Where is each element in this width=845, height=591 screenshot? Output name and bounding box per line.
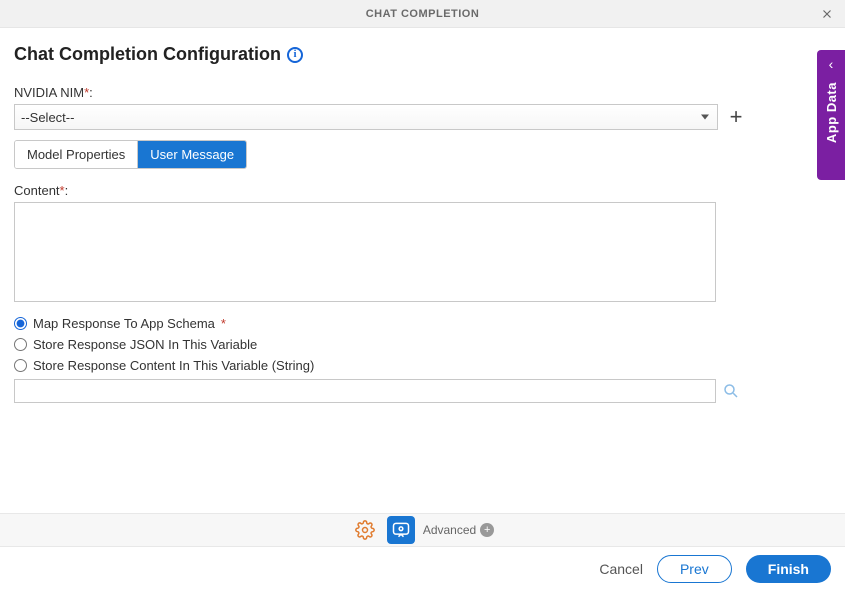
prev-button[interactable]: Prev [657, 555, 732, 583]
schema-lookup-icon[interactable] [722, 382, 740, 400]
content-textarea[interactable] [14, 202, 716, 302]
radio-store-string[interactable]: Store Response Content In This Variable … [14, 358, 831, 373]
app-data-panel-toggle[interactable]: ‹ App Data [817, 50, 845, 180]
tab-user-message[interactable]: User Message [137, 141, 246, 168]
footer-toolbar: Advanced + [0, 513, 845, 547]
gear-icon[interactable] [351, 516, 379, 544]
add-nim-icon[interactable]: + [726, 107, 746, 127]
close-icon[interactable] [817, 4, 837, 24]
title-bar: CHAT COMPLETION [0, 0, 845, 28]
wizard-buttons: Cancel Prev Finish [599, 555, 831, 583]
radio-map-schema[interactable]: Map Response To App Schema* [14, 316, 831, 331]
dialog-title: CHAT COMPLETION [366, 8, 480, 20]
radio-store-string-input[interactable] [14, 359, 27, 372]
plus-circle-icon: + [480, 523, 494, 537]
nim-label: NVIDIA NIM*: [14, 85, 831, 100]
radio-map-schema-input[interactable] [14, 317, 27, 330]
chevron-left-icon: ‹ [829, 56, 834, 72]
radio-store-json-input[interactable] [14, 338, 27, 351]
cancel-button[interactable]: Cancel [599, 561, 643, 577]
chat-icon[interactable] [387, 516, 415, 544]
page-title-text: Chat Completion Configuration [14, 44, 281, 65]
content-label: Content*: [14, 183, 831, 198]
nim-select-value: --Select-- [21, 110, 74, 125]
message-tabs: Model Properties User Message [14, 140, 247, 169]
tab-model-properties[interactable]: Model Properties [15, 141, 137, 168]
radio-store-json[interactable]: Store Response JSON In This Variable [14, 337, 831, 352]
app-data-label: App Data [824, 82, 839, 143]
finish-button[interactable]: Finish [746, 555, 831, 583]
advanced-toggle[interactable]: Advanced + [423, 523, 494, 537]
info-icon[interactable]: i [287, 47, 303, 63]
schema-map-input[interactable] [14, 379, 716, 403]
page-title: Chat Completion Configuration i [14, 44, 831, 65]
nim-select[interactable]: --Select-- [14, 104, 718, 130]
config-form: Chat Completion Configuration i NVIDIA N… [0, 28, 845, 403]
